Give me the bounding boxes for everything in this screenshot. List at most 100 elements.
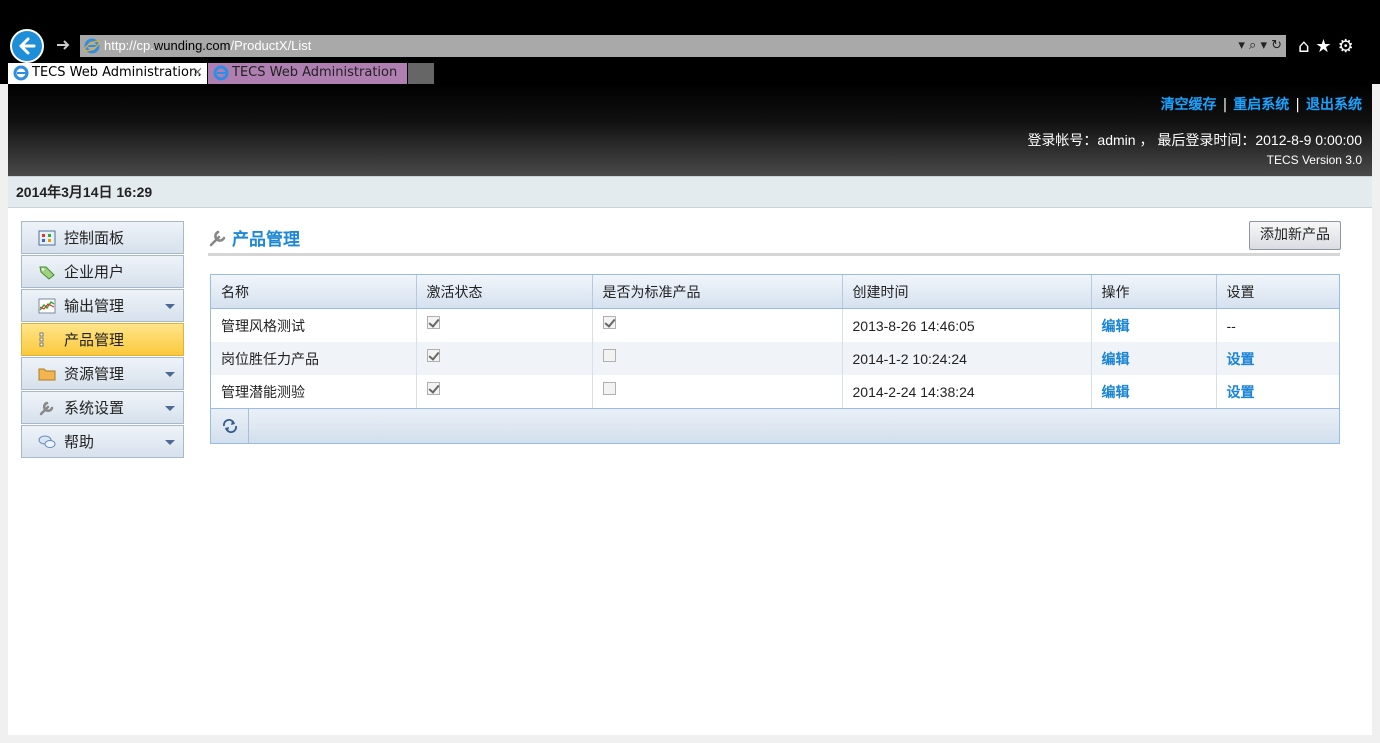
refresh-button[interactable] <box>211 409 249 443</box>
new-tab-button[interactable] <box>408 63 434 84</box>
sidebar-item-label: 输出管理 <box>64 297 125 315</box>
edit-link[interactable]: 编辑 <box>1102 384 1130 400</box>
browser-toolbar-icons[interactable]: ⌂★⚙ <box>1298 36 1360 57</box>
cell-name: 管理潜能测验 <box>211 375 417 408</box>
sidebar-item-output-management[interactable]: 输出管理 <box>21 289 184 322</box>
refresh-icon <box>223 419 237 433</box>
table-header-row: 名称 激活状态 是否为标准产品 创建时间 操作 设置 <box>211 275 1339 309</box>
tab-label: TECS Web Administration <box>232 65 398 80</box>
edit-link[interactable]: 编辑 <box>1102 351 1130 367</box>
sidebar-item-dashboard[interactable]: 控制面板 <box>21 221 184 254</box>
tab-tecs-1[interactable]: TECS Web Administration. × <box>8 63 207 84</box>
wrench-icon <box>39 401 54 416</box>
sidebar-item-resource-management[interactable]: 资源管理 <box>21 357 184 390</box>
login-info: 登录帐号：admin ， 最后登录时间：2012-8-9 0:00:00 <box>1027 132 1362 148</box>
cell-active <box>416 308 593 342</box>
column-header-standard[interactable]: 是否为标准产品 <box>592 275 843 309</box>
cell-active <box>416 375 593 408</box>
sidebar-item-label: 控制面板 <box>64 229 125 247</box>
cell-name: 管理风格测试 <box>211 308 417 342</box>
settings-link[interactable]: 设置 <box>1227 351 1255 367</box>
column-header-active[interactable]: 激活状态 <box>416 275 593 309</box>
clear-cache-link[interactable]: 清空缓存 <box>1161 97 1217 113</box>
cell-created: 2014-2-24 14:38:24 <box>842 375 1092 408</box>
address-tools[interactable]: ▾ ⌕ ▾ ↻ <box>1238 37 1282 55</box>
active-checkbox[interactable] <box>426 348 440 362</box>
cell-standard <box>592 375 843 408</box>
sidebar-item-product-management[interactable]: 产品管理 <box>21 323 184 356</box>
tab-label: TECS Web Administration. <box>32 65 202 80</box>
product-grid: 名称 激活状态 是否为标准产品 创建时间 操作 设置 管理风格测试 2013-8… <box>210 274 1340 444</box>
cell-setting: 设置 <box>1216 342 1339 375</box>
page-title: 产品管理 <box>208 225 300 250</box>
header-links: 清空缓存 | 重启系统 | 退出系统 <box>1160 97 1362 113</box>
browser-chrome: http://cp.wunding.com/ProductX/List ▾ ⌕ … <box>0 0 1380 84</box>
sidebar-item-label: 产品管理 <box>64 331 125 349</box>
sidebar-nav: 控制面板 企业用户 输出管理 产品管理 资源管理 系统设置 帮助 <box>21 221 184 459</box>
chevron-down-icon <box>165 304 175 309</box>
date-bar: 2014年3月14日 16:29 <box>8 176 1372 208</box>
column-header-name[interactable]: 名称 <box>211 275 417 309</box>
chevron-down-icon <box>165 372 175 377</box>
restart-system-link[interactable]: 重启系统 <box>1233 97 1289 113</box>
edit-link[interactable]: 编辑 <box>1102 318 1130 334</box>
url-text: http://cp.wunding.com/ProductX/List <box>104 38 312 53</box>
cell-action: 编辑 <box>1091 342 1217 375</box>
sidebar-item-enterprise-users[interactable]: 企业用户 <box>21 255 184 288</box>
active-checkbox[interactable] <box>426 381 440 395</box>
column-header-created[interactable]: 创建时间 <box>842 275 1092 309</box>
cell-standard <box>592 308 843 342</box>
forward-button[interactable] <box>54 36 72 54</box>
dashboard-icon <box>38 230 56 246</box>
sidebar-item-label: 帮助 <box>64 433 95 451</box>
close-icon[interactable]: × <box>192 63 203 83</box>
back-button[interactable] <box>10 29 44 63</box>
ie-icon <box>213 65 229 81</box>
ie-icon <box>84 38 100 54</box>
cell-setting: 设置 <box>1216 375 1339 408</box>
chat-icon <box>38 435 56 448</box>
cell-action: 编辑 <box>1091 308 1217 342</box>
active-checkbox[interactable] <box>426 315 440 329</box>
grid-toolbar <box>211 408 1339 443</box>
sidebar-item-help[interactable]: 帮助 <box>21 425 184 458</box>
table-row: 岗位胜任力产品 2014-1-2 10:24:24 编辑 设置 <box>211 342 1339 375</box>
wrench-icon <box>209 230 226 247</box>
list-icon <box>39 332 44 347</box>
sidebar-item-label: 系统设置 <box>64 399 125 417</box>
page-border <box>1372 84 1380 743</box>
arrow-right-icon <box>57 40 70 50</box>
ie-icon <box>13 65 29 81</box>
cell-created: 2013-8-26 14:46:05 <box>842 308 1092 342</box>
add-product-button[interactable]: 添加新产品 <box>1249 221 1341 250</box>
standard-checkbox[interactable] <box>602 348 616 362</box>
table-row: 管理潜能测验 2014-2-24 14:38:24 编辑 设置 <box>211 375 1339 408</box>
cell-active <box>416 342 593 375</box>
column-header-settings[interactable]: 设置 <box>1216 275 1339 309</box>
product-table: 名称 激活状态 是否为标准产品 创建时间 操作 设置 管理风格测试 2013-8… <box>211 275 1339 408</box>
folder-icon <box>38 368 56 381</box>
cell-standard <box>592 342 843 375</box>
sidebar-item-label: 资源管理 <box>64 365 125 383</box>
address-bar[interactable]: http://cp.wunding.com/ProductX/List ▾ ⌕ … <box>80 35 1286 57</box>
standard-checkbox[interactable] <box>602 315 616 329</box>
cell-setting: -- <box>1226 317 1236 334</box>
sidebar-item-system-settings[interactable]: 系统设置 <box>21 391 184 424</box>
title-divider <box>208 253 1340 256</box>
chevron-down-icon <box>165 440 175 445</box>
cell-name: 岗位胜任力产品 <box>211 342 417 375</box>
logout-link[interactable]: 退出系统 <box>1306 97 1362 113</box>
standard-checkbox[interactable] <box>602 381 616 395</box>
site-header: 清空缓存 | 重启系统 | 退出系统 登录帐号：admin ， 最后登录时间：2012-… <box>8 84 1372 176</box>
settings-link[interactable]: 设置 <box>1227 384 1255 400</box>
tab-tecs-2[interactable]: TECS Web Administration <box>208 63 407 84</box>
column-header-action[interactable]: 操作 <box>1091 275 1217 309</box>
cell-created: 2014-1-2 10:24:24 <box>842 342 1092 375</box>
cell-action: 编辑 <box>1091 375 1217 408</box>
version-label: TECS Version 3.0 <box>1266 153 1362 167</box>
arrow-left-icon <box>19 37 36 55</box>
table-row: 管理风格测试 2013-8-26 14:46:05 编辑 -- <box>211 308 1339 342</box>
chart-icon <box>38 298 56 314</box>
tag-icon <box>39 266 55 280</box>
sidebar-item-label: 企业用户 <box>64 263 125 281</box>
